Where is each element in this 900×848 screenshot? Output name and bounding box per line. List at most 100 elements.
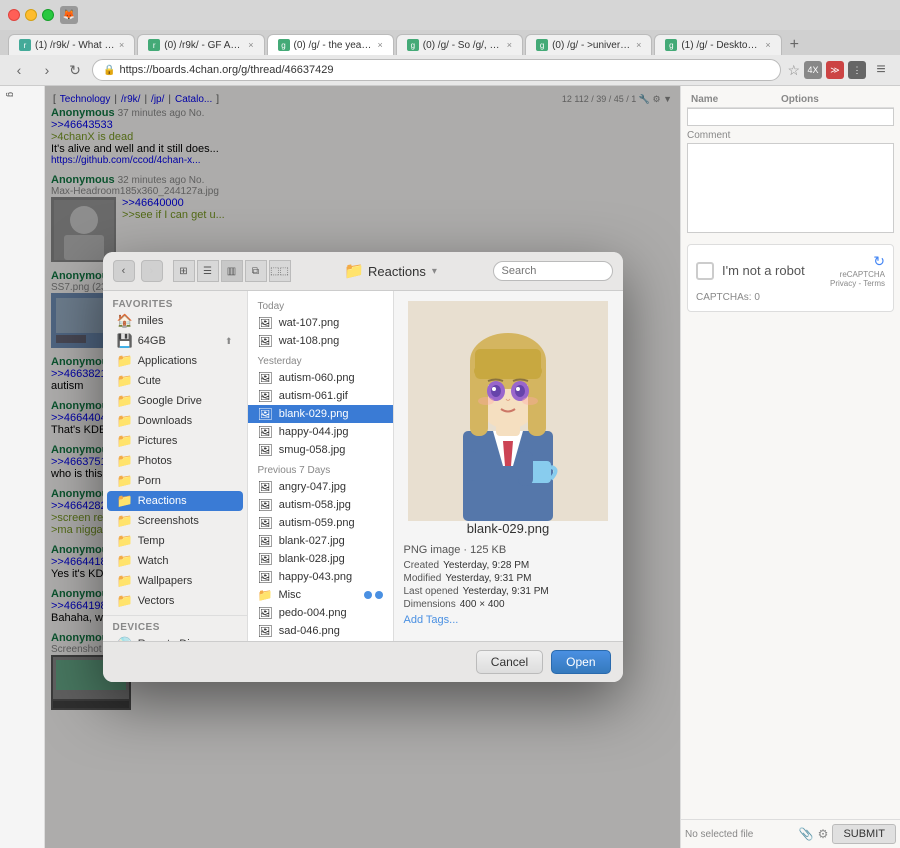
file-autism-058[interactable]: 🖼 autism-058.jpg: [248, 496, 393, 514]
view-icon-btn[interactable]: ⊞: [173, 260, 195, 282]
right-panel-top: Name Options Comment I'm not a rob: [681, 86, 900, 813]
file-misc[interactable]: 📁 Misc: [248, 586, 393, 604]
comment-textarea[interactable]: [687, 143, 894, 233]
file-wat-108[interactable]: 🖼 wat-108.png: [248, 332, 393, 350]
tab-2-close[interactable]: ×: [248, 40, 253, 50]
sidebar-vectors-label: Vectors: [138, 595, 175, 607]
file-pedo-004[interactable]: 🖼 pedo-004.png: [248, 604, 393, 622]
sidebar-item-photos[interactable]: 📁 Photos: [107, 451, 243, 471]
captcha-count: CAPTCHAs: 0: [696, 292, 885, 303]
anime-character-svg: [408, 301, 608, 521]
sidebar-item-reactions[interactable]: 📁 Reactions: [107, 491, 243, 511]
extension-icon-3[interactable]: ⋮: [848, 61, 866, 79]
watch-icon: 📁: [117, 553, 133, 569]
back-button[interactable]: ‹: [8, 59, 30, 81]
file-attach-icon[interactable]: 📎: [799, 827, 814, 841]
extension-icon-1[interactable]: 4X: [804, 61, 822, 79]
title-bar: 🦊: [0, 0, 900, 30]
sidebar-item-wallpapers[interactable]: 📁 Wallpapers: [107, 571, 243, 591]
prev7-header: Previous 7 Days: [248, 459, 393, 478]
file-blank-028[interactable]: 🖼 blank-028.jpg: [248, 550, 393, 568]
file-icon-blank029: 🖼: [258, 407, 273, 421]
sidebar-item-temp[interactable]: 📁 Temp: [107, 531, 243, 551]
window-controls[interactable]: [8, 9, 54, 21]
devices-header: Devices: [103, 620, 247, 634]
file-autism-059[interactable]: 🖼 autism-059.png: [248, 514, 393, 532]
captcha-checkbox[interactable]: [696, 262, 714, 280]
file-autism-060[interactable]: 🖼 autism-060.png: [248, 369, 393, 387]
submit-button[interactable]: SUBMIT: [832, 824, 896, 844]
main-content: [ Technology | /r9k/ | /jp/ | Catalo... …: [45, 86, 680, 848]
sidebar-item-screenshots[interactable]: 📁 Screenshots: [107, 511, 243, 531]
minimize-button[interactable]: [25, 9, 37, 21]
file-blank-027[interactable]: 🖼 blank-027.jpg: [248, 532, 393, 550]
cancel-button[interactable]: Cancel: [476, 650, 543, 674]
dropdown-arrow[interactable]: ▾: [432, 266, 437, 277]
refresh-button[interactable]: ↻: [64, 59, 86, 81]
scroll-indicator: ⬆: [225, 336, 233, 347]
sidebar-item-vectors[interactable]: 📁 Vectors: [107, 591, 243, 611]
sidebar-item-applications[interactable]: 📁 Applications: [107, 351, 243, 371]
tab-3-close[interactable]: ×: [378, 40, 383, 50]
tab-5-close[interactable]: ×: [636, 40, 641, 50]
tab-1-close[interactable]: ×: [119, 40, 124, 50]
close-button[interactable]: [8, 9, 20, 21]
file-angry-047[interactable]: 🖼 angry-047.jpg: [248, 478, 393, 496]
sidebar-item-miles[interactable]: 🏠 miles: [107, 311, 243, 331]
view-list-btn[interactable]: ☰: [197, 260, 219, 282]
file-autism-061[interactable]: 🖼 autism-061.gif: [248, 387, 393, 405]
file-icon-blank027: 🖼: [258, 534, 273, 548]
sidebar-item-pictures[interactable]: 📁 Pictures: [107, 431, 243, 451]
sidebar-item-remote-disc[interactable]: 💿 Remote Disc: [107, 634, 243, 641]
modified-value: Yesterday, 9:31 PM: [445, 573, 531, 584]
open-button[interactable]: Open: [551, 650, 610, 674]
sidebar-item-downloads[interactable]: 📁 Downloads: [107, 411, 243, 431]
file-icon-autism059: 🖼: [258, 516, 273, 530]
name-input[interactable]: [687, 108, 894, 126]
dialog-search-input[interactable]: [493, 261, 613, 281]
sidebar-item-64gb[interactable]: 💾 64GB ⬆: [107, 331, 243, 351]
porn-icon: 📁: [117, 473, 133, 489]
file-settings-icon[interactable]: ⚙: [818, 827, 829, 841]
sidebar-gdrive-label: Google Drive: [138, 395, 202, 407]
tab-3[interactable]: g (0) /g/ - the year ... ×: [267, 34, 394, 55]
tab-4[interactable]: g (0) /g/ - So /g/, wh... ×: [396, 34, 523, 55]
address-bar[interactable]: 🔒 https://boards.4chan.org/g/thread/4663…: [92, 59, 781, 81]
new-tab-button[interactable]: +: [784, 36, 805, 54]
dialog-forward-button[interactable]: ›: [141, 260, 163, 282]
file-sad-046[interactable]: 🖼 sad-046.png: [248, 622, 393, 640]
view-cover-btn[interactable]: ⧉: [245, 260, 267, 282]
tab-2[interactable]: r (0) /r9k/ - GF APR... ×: [137, 34, 264, 55]
tab-6-close[interactable]: ×: [765, 40, 770, 50]
sidebar-pictures-label: Pictures: [138, 435, 178, 447]
tab-6-label: (1) /g/ - Desktop t...: [681, 40, 761, 51]
file-smug-058[interactable]: 🖼 smug-058.jpg: [248, 441, 393, 459]
sidebar-miles-label: miles: [138, 315, 164, 327]
sidebar-item-cute[interactable]: 📁 Cute: [107, 371, 243, 391]
tab-4-close[interactable]: ×: [507, 40, 512, 50]
misc-indicators: [364, 591, 383, 599]
dialog-back-button[interactable]: ‹: [113, 260, 135, 282]
sidebar-watch-label: Watch: [138, 555, 169, 567]
add-tags-link[interactable]: Add Tags...: [404, 614, 613, 626]
bookmark-icon[interactable]: ☆: [787, 62, 800, 79]
file-blank-029[interactable]: 🖼 blank-029.png: [248, 405, 393, 423]
tab-5[interactable]: g (0) /g/ - >universit... ×: [525, 34, 652, 55]
file-happy-044[interactable]: 🖼 happy-044.jpg: [248, 423, 393, 441]
view-columns-btn[interactable]: ▥: [221, 260, 243, 282]
sidebar-item-porn[interactable]: 📁 Porn: [107, 471, 243, 491]
view-coverflow-btn[interactable]: ⬚⬚: [269, 260, 291, 282]
file-wat-107[interactable]: 🖼 wat-107.png: [248, 314, 393, 332]
menu-button[interactable]: ≡: [870, 59, 892, 81]
tab-1[interactable]: r (1) /r9k/ - What d... ×: [8, 34, 135, 55]
maximize-button[interactable]: [42, 9, 54, 21]
sidebar-item-google-drive[interactable]: 📁 Google Drive: [107, 391, 243, 411]
tab-6[interactable]: g (1) /g/ - Desktop t... ×: [654, 34, 781, 55]
preview-created-row: Created Yesterday, 9:28 PM: [404, 560, 613, 571]
file-happy-043[interactable]: 🖼 happy-043.png: [248, 568, 393, 586]
forward-button[interactable]: ›: [36, 59, 58, 81]
file-name-blank027: blank-027.jpg: [279, 535, 383, 547]
sidebar-item-watch[interactable]: 📁 Watch: [107, 551, 243, 571]
extension-icon-2[interactable]: ≫: [826, 61, 844, 79]
file-icon-pedo004: 🖼: [258, 606, 273, 620]
